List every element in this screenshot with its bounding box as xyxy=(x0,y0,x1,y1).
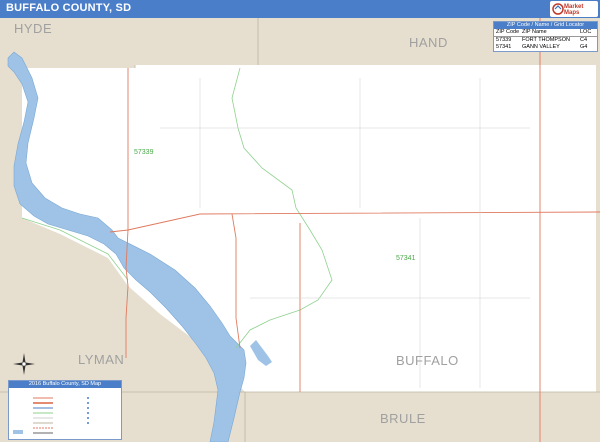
zip-loc: C4 xyxy=(580,37,588,43)
zip-table-header: ZIP Code ZIP Name LOC xyxy=(494,29,597,37)
title-bar: BUFFALO COUNTY, SD Market Maps xyxy=(0,0,600,18)
compass-rose-icon xyxy=(13,353,35,375)
map-title: BUFFALO COUNTY, SD xyxy=(6,2,132,14)
zip-loc: G4 xyxy=(580,44,588,50)
map-legend: 2016 Buffalo County, SD Map xyxy=(8,380,122,440)
zip-table-row: 57341 GANN VALLEY G4 xyxy=(494,44,597,51)
legend-symbols xyxy=(13,397,89,434)
zip-label-57339: 57339 xyxy=(134,149,154,156)
county-map[interactable]: HYDE HAND LYMAN BUFFALO BRULE 57339 5734… xyxy=(0,18,600,442)
zip-header-name: ZIP Name xyxy=(522,29,547,35)
market-maps-logo: Market Maps xyxy=(550,1,598,17)
page: BUFFALO COUNTY, SD Market Maps HYDE HAND… xyxy=(0,0,600,442)
county-label-lyman: LYMAN xyxy=(78,352,124,367)
legend-title: 2016 Buffalo County, SD Map xyxy=(9,381,121,388)
county-label-hyde: HYDE xyxy=(14,21,52,36)
zip-code-table: ZIP Code / Name / Grid Locator ZIP Code … xyxy=(493,21,598,52)
zip-label-57341: 57341 xyxy=(396,255,416,262)
zip-code: 57341 xyxy=(496,44,512,50)
zip-name: FORT THOMPSON xyxy=(522,37,570,43)
zip-table-title: ZIP Code / Name / Grid Locator xyxy=(494,22,597,29)
county-label-hand: HAND xyxy=(409,35,448,50)
zip-header-code: ZIP Code xyxy=(496,29,520,35)
county-label-buffalo: BUFFALO xyxy=(396,353,459,368)
county-label-brule: BRULE xyxy=(380,411,426,426)
zip-code: 57339 xyxy=(496,37,512,43)
logo-icon xyxy=(552,3,564,15)
logo-text: Market Maps xyxy=(564,4,584,16)
zip-table-row: 57339 FORT THOMPSON C4 xyxy=(494,37,597,44)
zip-header-loc: LOC xyxy=(580,29,592,35)
zip-name: GANN VALLEY xyxy=(522,44,560,50)
